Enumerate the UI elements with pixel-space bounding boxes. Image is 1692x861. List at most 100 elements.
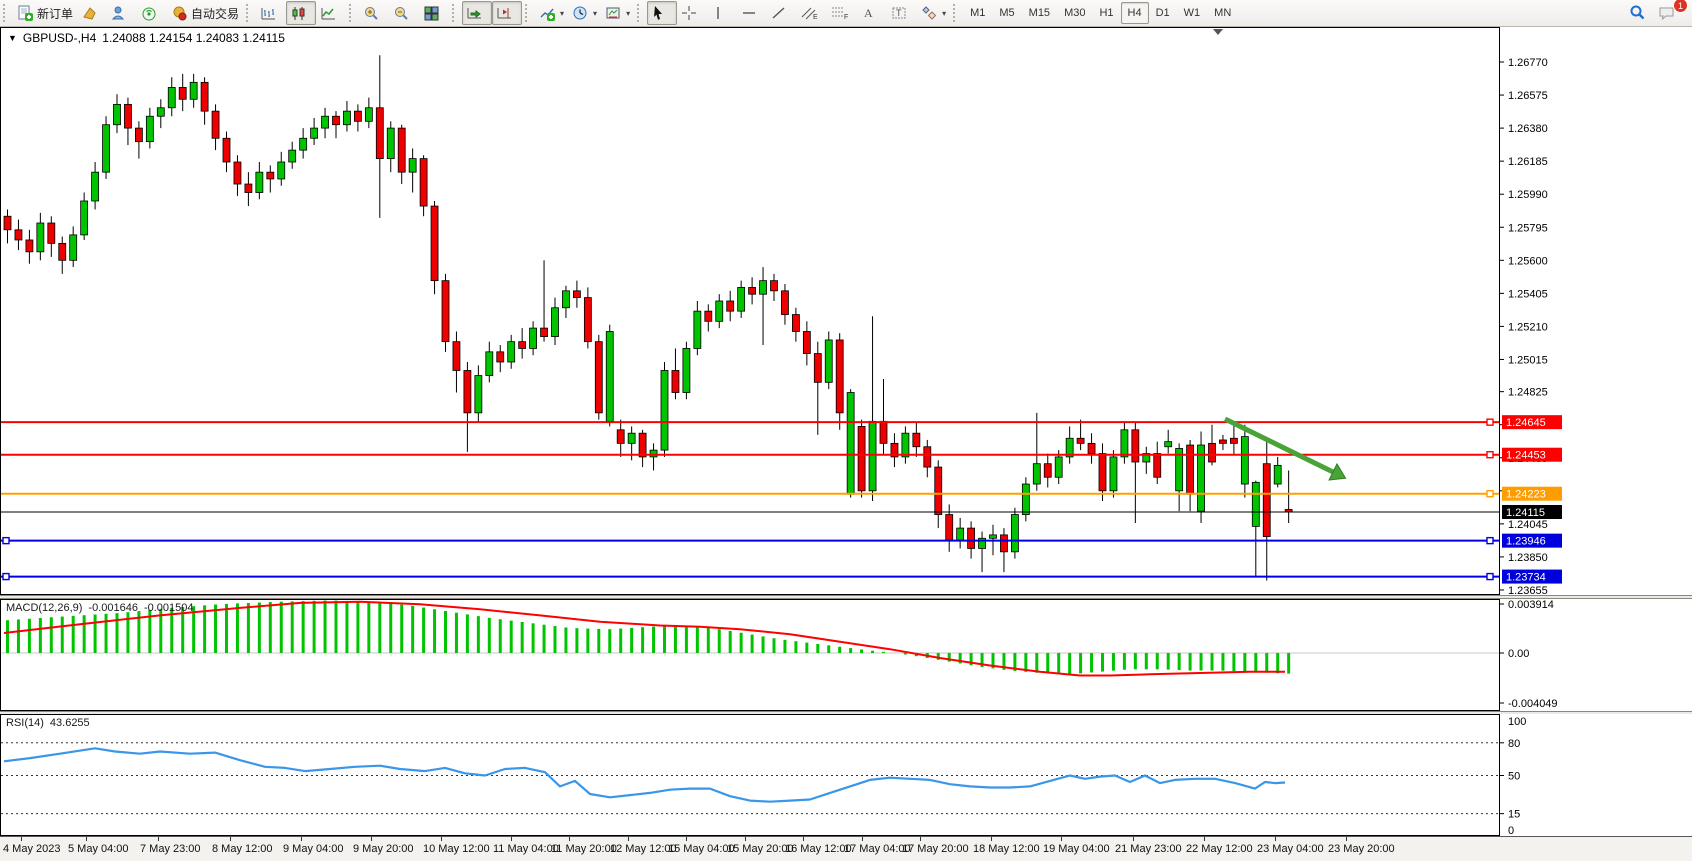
line-handle[interactable] [1487, 452, 1493, 458]
timeframe-h4-button[interactable]: H4 [1121, 2, 1149, 24]
templates-button[interactable]: ▾ [601, 1, 634, 25]
rsi-name: RSI(14) [6, 717, 44, 729]
trendline-button[interactable] [767, 1, 797, 25]
search-icon [1628, 4, 1646, 22]
bar-chart-mode-button[interactable] [256, 1, 286, 25]
timeframe-m30-button[interactable]: M30 [1057, 2, 1092, 24]
candle [464, 362, 471, 452]
timeframe-h1-button[interactable]: H1 [1092, 2, 1120, 24]
toolbar-grip[interactable] [452, 4, 459, 22]
candle [1274, 457, 1281, 488]
candle [1033, 413, 1040, 491]
line-handle[interactable] [3, 574, 9, 580]
autotrading-label: 自动交易 [191, 5, 239, 22]
candle [1110, 450, 1117, 497]
time-axis-tick [1061, 837, 1062, 841]
price-chart-panel[interactable]: 1.267701.265751.263801.261851.259901.257… [0, 27, 1692, 595]
candle [37, 213, 44, 260]
candlestick-mode-button[interactable] [286, 1, 316, 25]
time-axis-label: 23 May 04:00 [1257, 843, 1324, 855]
chart-shift-button[interactable] [492, 1, 522, 25]
candle [1187, 440, 1194, 511]
timeframe-m5-button[interactable]: M5 [992, 2, 1021, 24]
macd-main-value: -0.001646 [88, 602, 138, 614]
timeframe-m15-button[interactable]: M15 [1022, 2, 1057, 24]
search-button[interactable] [1624, 1, 1654, 25]
chevron-down-icon[interactable]: ▾ [942, 9, 946, 18]
candle [1088, 433, 1095, 464]
notifications-button[interactable]: 1 [1654, 1, 1684, 25]
vertical-line-button[interactable] [707, 1, 737, 25]
line-handle[interactable] [1487, 538, 1493, 544]
chart-shift-marker[interactable] [1213, 29, 1223, 35]
macd-axis-label: 0.003914 [1508, 599, 1554, 611]
price-axis-label: 1.25600 [1508, 255, 1548, 267]
line-handle[interactable] [1487, 491, 1493, 497]
time-axis-label: 12 May 12:00 [610, 843, 677, 855]
auto-scroll-button[interactable] [462, 1, 492, 25]
candle [146, 108, 153, 149]
time-axis-label: 7 May 23:00 [140, 843, 201, 855]
timeframe-m1-button[interactable]: M1 [963, 2, 992, 24]
text-button[interactable]: A [857, 1, 887, 25]
timeframe-mn-button[interactable]: MN [1207, 2, 1238, 24]
toolbar-grip[interactable] [953, 4, 960, 22]
line-chart-mode-button[interactable] [316, 1, 346, 25]
rsi-axis-label: 15 [1508, 809, 1520, 821]
fibonacci-button[interactable]: F [827, 1, 857, 25]
autotrading-button[interactable]: 自动交易 [167, 1, 243, 25]
price-chart-canvas[interactable]: 1.267701.265751.263801.261851.259901.257… [0, 27, 1692, 595]
toolbar-grip[interactable] [246, 4, 253, 22]
toolbar-grip[interactable] [349, 4, 356, 22]
rsi-panel[interactable]: 8050151000 RSI(14) 43.6255 [0, 714, 1692, 836]
chevron-down-icon[interactable]: ▾ [626, 9, 630, 18]
candle [562, 286, 569, 318]
toolbar-grip[interactable] [525, 4, 532, 22]
community-button[interactable] [107, 1, 137, 25]
time-axis[interactable]: 4 May 20235 May 04:007 May 23:008 May 12… [0, 836, 1692, 861]
timeframe-d1-button[interactable]: D1 [1149, 2, 1177, 24]
timeframe-w1-button[interactable]: W1 [1177, 2, 1208, 24]
crosshair-button[interactable] [677, 1, 707, 25]
horizontal-line-button[interactable] [737, 1, 767, 25]
line-handle[interactable] [1487, 419, 1493, 425]
chart-expander-icon[interactable]: ▼ [8, 33, 17, 43]
equidistant-channel-button[interactable]: E [797, 1, 827, 25]
candle [475, 365, 482, 421]
shapes-button[interactable]: ▾ [917, 1, 950, 25]
time-axis-tick [1275, 837, 1276, 841]
macd-canvas[interactable]: 0.0039140.00-0.004049 [0, 599, 1692, 711]
time-axis-label: 17 May 04:00 [844, 843, 911, 855]
profiles-button[interactable] [77, 1, 107, 25]
line-handle[interactable] [3, 538, 9, 544]
rsi-canvas[interactable]: 8050151000 [0, 714, 1692, 836]
new-order-button[interactable]: 新订单 [13, 1, 77, 25]
chevron-down-icon[interactable]: ▾ [593, 9, 597, 18]
indicators-button[interactable]: ▾ [535, 1, 568, 25]
macd-panel[interactable]: 0.0039140.00-0.004049 MACD(12,26,9) -0.0… [0, 599, 1692, 711]
zoom-out-button[interactable] [389, 1, 419, 25]
time-axis-label: 19 May 04:00 [1043, 843, 1110, 855]
candle [869, 316, 876, 501]
clock-icon [572, 5, 589, 22]
candle [168, 77, 175, 116]
tile-windows-button[interactable] [419, 1, 449, 25]
text-label-button[interactable]: T [887, 1, 917, 25]
candle [749, 277, 756, 304]
zoom-in-button[interactable] [359, 1, 389, 25]
chevron-down-icon[interactable]: ▾ [560, 9, 564, 18]
svg-text:T: T [896, 8, 902, 18]
cursor-button[interactable] [647, 1, 677, 25]
candle [584, 287, 591, 348]
toolbar-grip[interactable] [637, 4, 644, 22]
line-handle[interactable] [1487, 574, 1493, 580]
candle [256, 162, 263, 199]
channel-icon: E [801, 5, 819, 21]
price-badge-label: 1.24645 [1506, 417, 1546, 429]
periods-button[interactable]: ▾ [568, 1, 601, 25]
candle [497, 345, 504, 372]
time-axis-tick [569, 837, 570, 841]
signals-button[interactable] [137, 1, 167, 25]
trendline-icon [771, 5, 787, 21]
toolbar-grip[interactable] [3, 4, 10, 22]
